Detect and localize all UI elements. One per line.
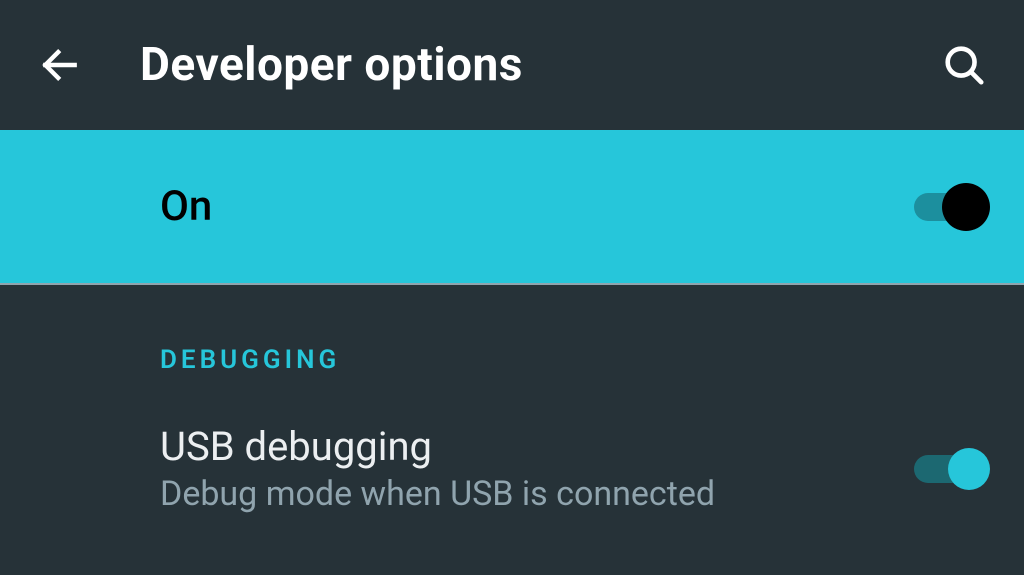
switch-thumb <box>942 183 990 231</box>
switch-thumb <box>948 448 990 490</box>
section-debugging: DEBUGGING USB debugging Debug mode when … <box>0 285 1024 514</box>
setting-text: USB debugging Debug mode when USB is con… <box>160 423 900 514</box>
back-arrow-icon <box>38 43 82 87</box>
usb-debugging-switch[interactable] <box>900 445 984 493</box>
search-icon <box>941 42 987 88</box>
setting-usb-debugging[interactable]: USB debugging Debug mode when USB is con… <box>160 423 984 514</box>
back-button[interactable] <box>30 35 90 95</box>
master-toggle-label: On <box>160 182 900 231</box>
search-button[interactable] <box>934 35 994 95</box>
developer-options-master-toggle[interactable]: On <box>0 130 1024 285</box>
setting-subtitle-usb-debugging: Debug mode when USB is connected <box>160 474 900 514</box>
setting-title-usb-debugging: USB debugging <box>160 423 900 470</box>
master-toggle-switch[interactable] <box>900 183 984 231</box>
page-title: Developer options <box>140 38 934 92</box>
appbar: Developer options <box>0 0 1024 130</box>
section-header-debugging: DEBUGGING <box>160 345 984 375</box>
